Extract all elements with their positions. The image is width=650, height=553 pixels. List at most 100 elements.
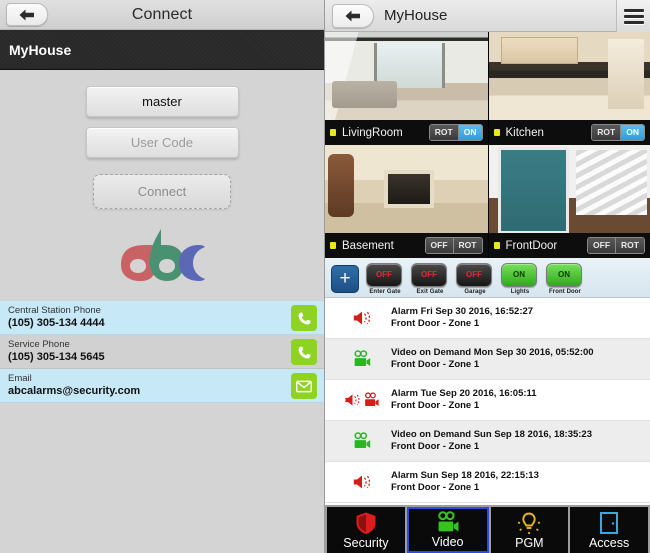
event-title: Video on Demand Sun Sep 18 2016, 18:35:2…	[391, 429, 592, 440]
shield-icon	[356, 512, 376, 534]
camera-name: FrontDoor	[505, 239, 558, 252]
pgm-label: Enter Gate	[369, 288, 401, 295]
camera-thumbnail[interactable]	[488, 145, 650, 233]
camera-label-bar: FrontDoor OFF ROT	[488, 233, 650, 258]
pgm-item-enter-gate[interactable]: OFF Enter Gate	[366, 262, 404, 295]
event-title: Video on Demand Mon Sep 30 2016, 05:52:0…	[391, 347, 594, 358]
event-text: Alarm Tue Sep 20 2016, 16:05:11 Front Do…	[391, 388, 537, 412]
camera-toggle-group[interactable]: ROT ON	[428, 124, 483, 141]
right-titlebar: MyHouse	[325, 0, 650, 32]
camera-on-button[interactable]: ON	[620, 125, 644, 140]
event-subtitle: Front Door - Zone 1	[391, 441, 480, 452]
pgm-label: Exit Gate	[416, 288, 444, 295]
camera-on-button[interactable]: ON	[457, 125, 482, 140]
pgm-item-lights[interactable]: ON Lights	[501, 262, 539, 295]
connect-button[interactable]: Connect	[93, 174, 231, 209]
envelope-icon[interactable]	[291, 373, 317, 399]
camera-rot-button[interactable]: ROT	[615, 238, 644, 253]
camera-rot-button[interactable]: ROT	[592, 125, 621, 140]
camera-off-button[interactable]: OFF	[588, 238, 616, 253]
event-icons	[333, 350, 391, 368]
usercode-field[interactable]: User Code	[85, 127, 239, 158]
event-list[interactable]: Alarm Fri Sep 30 2016, 16:52:27 Front Do…	[325, 298, 650, 505]
pgm-state-button[interactable]: ON	[501, 262, 537, 287]
camera-cell-frontdoor[interactable]: FrontDoor OFF ROT	[487, 145, 650, 258]
camera-name: Kitchen	[505, 126, 544, 139]
camera-rot-button[interactable]: ROT	[429, 125, 458, 140]
phone-icon[interactable]	[291, 305, 317, 331]
contact-service-phone[interactable]: Service Phone (105) 305-134 5645	[0, 335, 324, 369]
status-led-icon	[330, 242, 336, 249]
contact-label: Central Station Phone	[8, 305, 101, 316]
status-led-icon	[493, 242, 500, 249]
status-led-icon	[330, 129, 336, 136]
tab-video[interactable]: Video	[406, 507, 489, 553]
camera-toggle-group[interactable]: OFF ROT	[424, 237, 483, 254]
contact-central-station-phone[interactable]: Central Station Phone (105) 305-134 4444	[0, 301, 324, 335]
camera-toggle-group[interactable]: ROT ON	[591, 124, 645, 141]
tab-pgm[interactable]: PGM	[490, 507, 569, 553]
video-camera-icon	[354, 350, 371, 366]
list-item[interactable]: Alarm Tue Sep 20 2016, 16:05:11 Front Do…	[325, 380, 650, 421]
site-name: MyHouse	[384, 7, 448, 24]
camera-toggle-group[interactable]: OFF ROT	[587, 237, 645, 254]
hamburger-bar	[623, 8, 644, 12]
bulb-icon	[518, 512, 541, 534]
pgm-state-button[interactable]: ON	[546, 262, 582, 287]
list-item[interactable]: Video on Demand Sun Sep 18 2016, 18:35:2…	[325, 421, 650, 462]
status-led-icon	[493, 129, 500, 136]
list-item[interactable]: Alarm Fri Sep 30 2016, 16:52:27 Front Do…	[325, 298, 650, 339]
tab-label: PGM	[515, 535, 544, 550]
camera-thumbnail[interactable]	[325, 145, 488, 233]
pgm-item-garage[interactable]: OFF Garage	[456, 262, 494, 295]
video-panel: MyHouse LivingRoom ROT ON Kitchen ROT ON…	[325, 0, 650, 553]
alarm-speaker-icon	[353, 311, 371, 325]
video-camera-icon	[364, 392, 379, 407]
camera-row: Basement OFF ROT FrontDoor OFF ROT	[325, 145, 650, 258]
camera-off-button[interactable]: OFF	[425, 238, 453, 253]
camera-label-bar: Kitchen ROT ON	[488, 120, 650, 145]
back-arrow-icon[interactable]	[332, 3, 374, 28]
pgm-item-exit-gate[interactable]: OFF Exit Gate	[411, 262, 449, 295]
camera-thumbnail[interactable]	[488, 32, 650, 120]
contact-value: (105) 305-134 5645	[8, 351, 105, 363]
contact-label: Service Phone	[8, 339, 70, 350]
pgm-state-button[interactable]: OFF	[456, 262, 492, 287]
event-icons	[333, 309, 391, 327]
contact-email[interactable]: Email abcalarms@security.com	[0, 369, 324, 403]
tab-security[interactable]: Security	[327, 507, 405, 553]
pgm-label: Garage	[464, 288, 486, 295]
pgm-state-button[interactable]: OFF	[366, 262, 402, 287]
camera-rot-button[interactable]: ROT	[452, 238, 482, 253]
event-title: Alarm Sun Sep 18 2016, 22:15:13	[391, 470, 539, 481]
camera-cell-livingroom[interactable]: LivingRoom ROT ON	[325, 32, 488, 145]
hamburger-menu-icon[interactable]	[616, 0, 650, 32]
app-root: Connect MyHouse master User Code Connect…	[0, 0, 650, 553]
pgm-item-front-door[interactable]: ON Front Door	[546, 262, 584, 295]
event-icons	[333, 432, 391, 450]
page-title: Connect	[131, 5, 193, 23]
tab-label: Access	[588, 535, 630, 550]
camera-cell-kitchen[interactable]: Kitchen ROT ON	[487, 32, 650, 145]
contact-value: (105) 305-134 4444	[8, 317, 105, 329]
list-item[interactable]: Alarm Sun Sep 18 2016, 22:15:13 Front Do…	[325, 462, 650, 503]
tab-access[interactable]: Access	[570, 507, 648, 553]
event-text: Video on Demand Mon Sep 30 2016, 05:52:0…	[391, 347, 594, 371]
camera-label-bar: Basement OFF ROT	[325, 233, 488, 258]
list-item[interactable]: Video on Demand Mon Sep 30 2016, 05:52:0…	[325, 339, 650, 380]
username-field[interactable]: master	[85, 86, 239, 117]
contact-value: abcalarms@security.com	[8, 385, 141, 397]
camera-cell-basement[interactable]: Basement OFF ROT	[325, 145, 488, 258]
event-title: Alarm Tue Sep 20 2016, 16:05:11	[391, 388, 537, 399]
site-name: MyHouse	[9, 41, 72, 58]
camera-thumbnail[interactable]	[325, 32, 488, 120]
event-icons	[333, 473, 391, 491]
add-pgm-button[interactable]: +	[331, 264, 359, 293]
phone-icon[interactable]	[291, 339, 317, 365]
hamburger-bar	[623, 14, 644, 18]
hamburger-bar	[623, 20, 644, 24]
pgm-state-button[interactable]: OFF	[411, 262, 447, 287]
event-title: Alarm Fri Sep 30 2016, 16:52:27	[391, 306, 534, 317]
video-camera-icon	[354, 432, 371, 448]
left-empty-area	[0, 403, 324, 553]
